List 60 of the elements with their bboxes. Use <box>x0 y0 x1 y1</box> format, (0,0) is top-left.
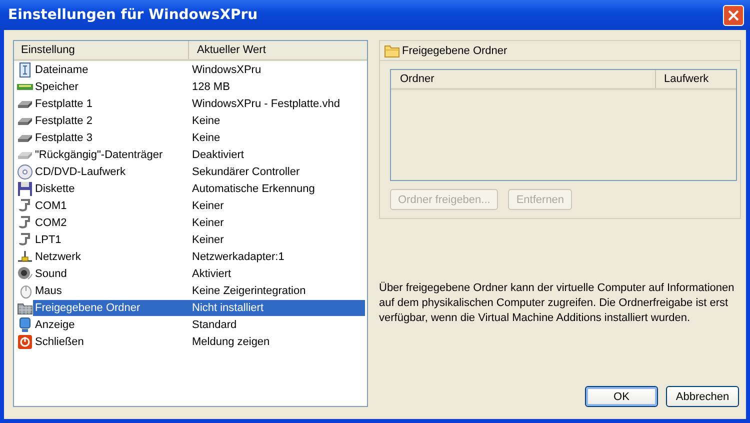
setting-value: Netzwerkadapter:1 <box>192 250 284 262</box>
setting-value: Deaktiviert <box>192 148 244 160</box>
panel-title: Freigegebene Ordner <box>402 44 508 56</box>
column-header[interactable]: Einstellung <box>14 41 189 59</box>
setting-name: Schließen <box>34 336 85 348</box>
settings-row[interactable]: Schließen Meldung zeigen <box>33 334 365 350</box>
setting-value: Nicht installiert <box>192 302 264 314</box>
settings-row[interactable]: Diskette Automatische Erkennung <box>33 180 365 196</box>
window-title: Einstellungen für WindowsXPru <box>8 7 258 23</box>
setting-name: Maus <box>34 284 63 296</box>
settings-row[interactable]: Festplatte 3 Keine <box>33 130 365 146</box>
settings-row[interactable]: Dateiname WindowsXPru <box>33 62 365 78</box>
setting-value: Keiner <box>192 200 224 212</box>
setting-name: Festplatte 2 <box>34 114 94 126</box>
column-header[interactable]: Aktueller Wert <box>189 41 266 59</box>
setting-value: Aktiviert <box>192 268 232 280</box>
settings-row[interactable]: COM2 Keiner <box>33 214 365 230</box>
settings-row[interactable]: Maus Keine Zeigerintegration <box>33 282 365 298</box>
settings-row[interactable]: Speicher 128 MB <box>33 78 365 94</box>
settings-row[interactable]: CD/DVD-Laufwerk Sekundärer Controller <box>33 164 365 180</box>
setting-name: Dateiname <box>34 64 90 76</box>
settings-row[interactable]: Festplatte 2 Keine <box>33 112 365 128</box>
setting-value: Sekundärer Controller <box>192 166 300 178</box>
setting-value: WindowsXPru <box>192 64 262 76</box>
settings-row[interactable]: Anzeige Standard <box>33 316 365 332</box>
setting-name: COM2 <box>34 216 68 228</box>
settings-row[interactable]: Festplatte 1 WindowsXPru - Festplatte.vhd <box>33 96 365 112</box>
setting-value: Keiner <box>192 216 224 228</box>
setting-name: Freigegebene Ordner <box>34 302 142 314</box>
settings-row[interactable]: Netzwerk Netzwerkadapter:1 <box>33 248 365 264</box>
setting-value: Keine <box>192 114 220 126</box>
setting-value: WindowsXPru - Festplatte.vhd <box>192 98 340 110</box>
settings-row[interactable]: COM1 Keiner <box>33 198 365 214</box>
settings-row[interactable]: LPT1 Keiner <box>33 232 365 248</box>
setting-name: Festplatte 1 <box>34 98 94 110</box>
setting-name: Speicher <box>34 80 80 92</box>
setting-name: Diskette <box>34 182 76 194</box>
setting-value: Keine <box>192 132 220 144</box>
setting-value: Keiner <box>192 234 224 246</box>
setting-name: "Rückgängig"-Datenträger <box>34 148 164 160</box>
column-header[interactable]: Ordner <box>391 70 656 88</box>
setting-value: Automatische Erkennung <box>192 182 315 194</box>
setting-name: LPT1 <box>34 234 62 246</box>
setting-name: Sound <box>34 268 68 280</box>
settings-row[interactable]: Sound Aktiviert <box>33 266 365 282</box>
setting-name: Netzwerk <box>34 250 82 262</box>
setting-value: 128 MB <box>192 80 230 92</box>
dialog-button[interactable]: Abbrechen <box>666 386 739 407</box>
setting-value: Meldung zeigen <box>192 336 270 348</box>
setting-value: Standard <box>192 318 237 330</box>
setting-name: Anzeige <box>34 318 76 330</box>
setting-name: Festplatte 3 <box>34 132 94 144</box>
column-header[interactable]: Laufwerk <box>656 70 709 88</box>
settings-row[interactable]: "Rückgängig"-Datenträger Deaktiviert <box>33 146 365 162</box>
setting-name: CD/DVD-Laufwerk <box>34 166 126 178</box>
setting-name: COM1 <box>34 200 68 212</box>
setting-value: Keine Zeigerintegration <box>192 284 306 296</box>
settings-row[interactable]: Freigegebene Ordner Nicht installiert <box>33 300 365 316</box>
dialog-button[interactable]: OK <box>585 386 658 407</box>
description-text: Über freigegebene Ordner kann der virtuelle Computer auf Informationen auf dem physikalischen Computer zugreifen. Die Ordnerfreigabe ist erst verfügbar, wenn die Virtual Machine Additions installiert wurden. <box>379 281 736 326</box>
